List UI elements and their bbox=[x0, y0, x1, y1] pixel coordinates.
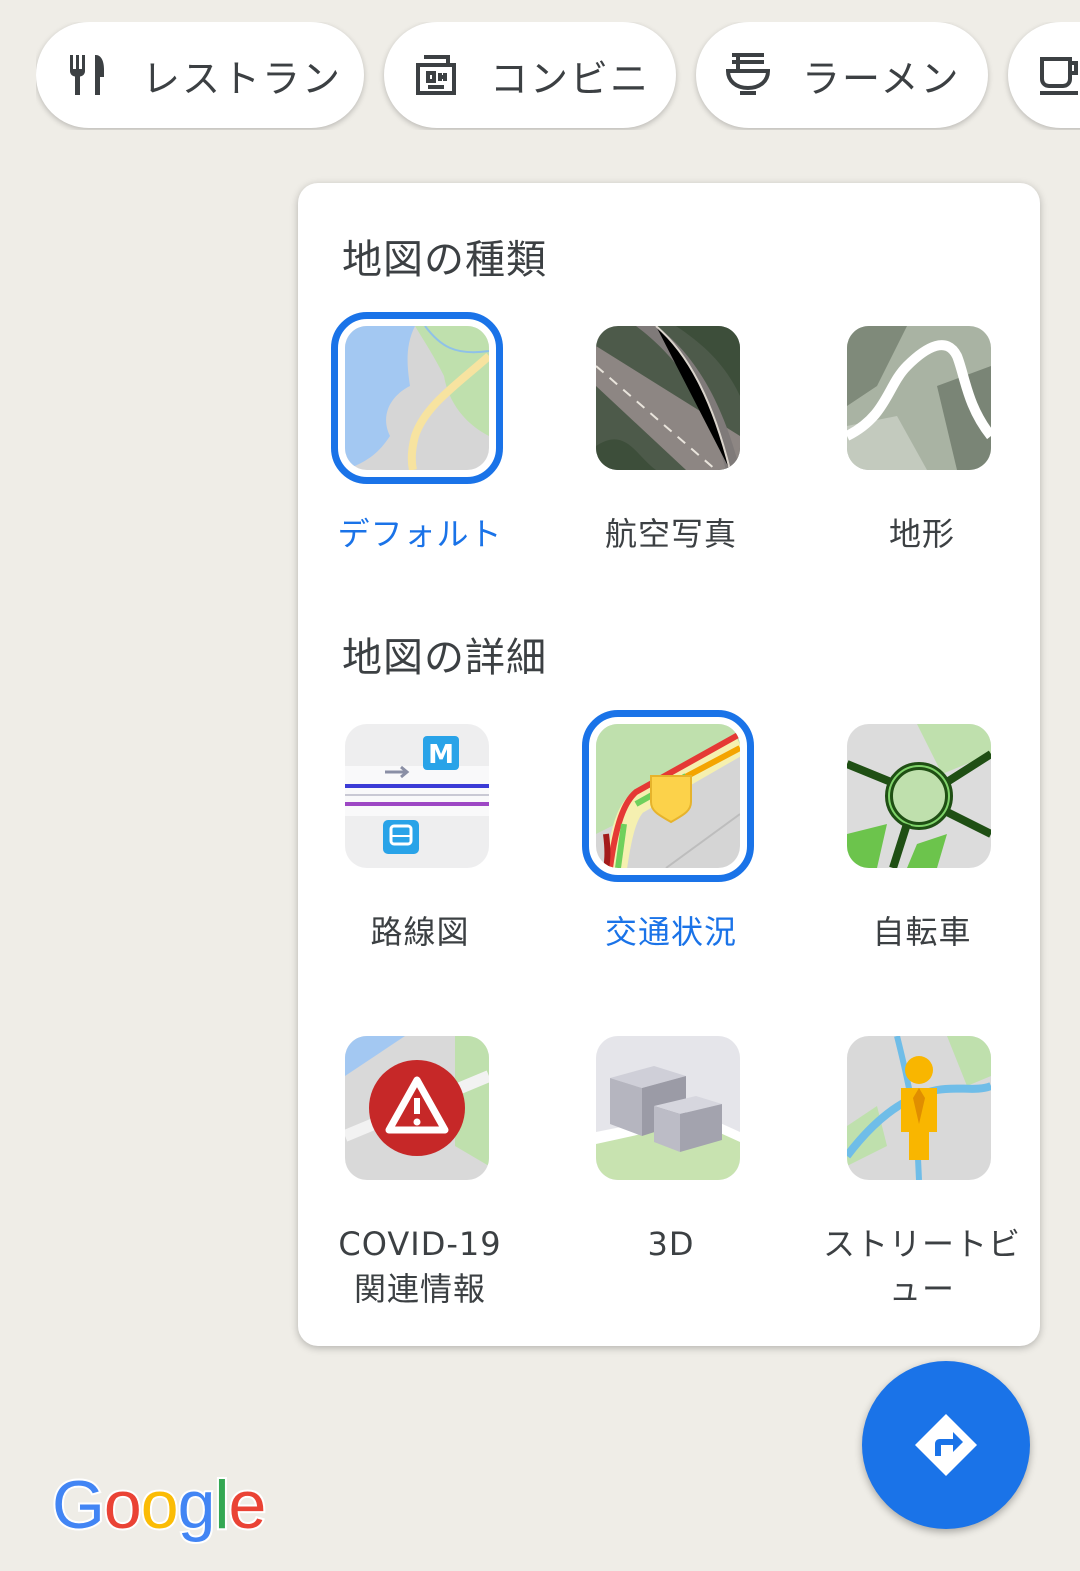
option-label: デフォルト bbox=[337, 515, 503, 553]
option-label: COVID-19 関連情報 bbox=[338, 1225, 502, 1308]
ramen-icon bbox=[724, 51, 772, 99]
bicycling-thumbnail bbox=[847, 724, 991, 868]
logo-letter: G bbox=[50, 1465, 107, 1545]
map-layers-panel: 地図の種類 デフォルト 航空写真 地形 地図の詳細 M 路線図 交通状況 自転車… bbox=[298, 183, 1040, 1346]
logo-letter: o bbox=[139, 1465, 181, 1545]
option-label: 航空写真 bbox=[604, 515, 737, 553]
satellite-map-thumbnail bbox=[596, 326, 740, 470]
map-type-default[interactable]: デフォルト bbox=[290, 312, 550, 586]
map-type-satellite[interactable]: 航空写真 bbox=[541, 326, 801, 586]
chip-label: コンビニ bbox=[490, 56, 651, 101]
detail-street-view[interactable]: ストリートビュー bbox=[792, 1036, 1052, 1316]
terrain-map-thumbnail bbox=[847, 326, 991, 470]
convenience-store-icon bbox=[412, 51, 460, 99]
detail-covid19[interactable]: COVID-19 関連情報 bbox=[290, 1036, 550, 1316]
option-label: 交通状況 bbox=[604, 913, 737, 951]
option-label: ストリートビュー bbox=[822, 1225, 1021, 1308]
directions-icon bbox=[915, 1414, 977, 1476]
chip-label: ラーメン bbox=[802, 56, 961, 101]
svg-text:M: M bbox=[428, 740, 454, 770]
directions-button[interactable] bbox=[862, 1361, 1030, 1529]
google-logo: Google bbox=[50, 1465, 269, 1545]
option-label: 路線図 bbox=[370, 913, 470, 951]
chip-label: レストラン bbox=[142, 56, 343, 101]
option-label: 地形 bbox=[888, 515, 955, 553]
map-types-title: 地図の種類 bbox=[342, 237, 547, 283]
traffic-thumbnail bbox=[582, 710, 754, 882]
logo-letter: o bbox=[102, 1465, 144, 1545]
option-label: 自転車 bbox=[872, 913, 972, 951]
logo-letter: g bbox=[176, 1465, 218, 1545]
transit-thumbnail: M bbox=[345, 724, 489, 868]
logo-letter: e bbox=[227, 1465, 269, 1545]
map-details-title: 地図の詳細 bbox=[342, 635, 547, 681]
cafe-icon bbox=[1036, 51, 1080, 99]
category-chips: レストラン コンビニ ラーメン bbox=[36, 22, 1080, 130]
detail-3d[interactable]: 3D bbox=[541, 1036, 801, 1316]
map-type-terrain[interactable]: 地形 bbox=[792, 326, 1052, 586]
detail-transit[interactable]: M 路線図 bbox=[290, 724, 550, 984]
detail-traffic[interactable]: 交通状況 bbox=[541, 710, 801, 984]
restaurant-icon bbox=[64, 51, 112, 99]
option-label: 3D bbox=[647, 1225, 695, 1263]
chip-ramen[interactable]: ラーメン bbox=[696, 22, 988, 128]
default-map-thumbnail bbox=[331, 312, 503, 484]
covid19-thumbnail bbox=[345, 1036, 489, 1180]
logo-letter: l bbox=[212, 1465, 231, 1545]
detail-bicycling[interactable]: 自転車 bbox=[792, 724, 1052, 984]
chip-cafe[interactable] bbox=[1008, 22, 1080, 128]
street-view-thumbnail bbox=[847, 1036, 991, 1180]
chip-restaurant[interactable]: レストラン bbox=[36, 22, 364, 128]
chip-convenience-store[interactable]: コンビニ bbox=[384, 22, 676, 128]
3d-thumbnail bbox=[596, 1036, 740, 1180]
